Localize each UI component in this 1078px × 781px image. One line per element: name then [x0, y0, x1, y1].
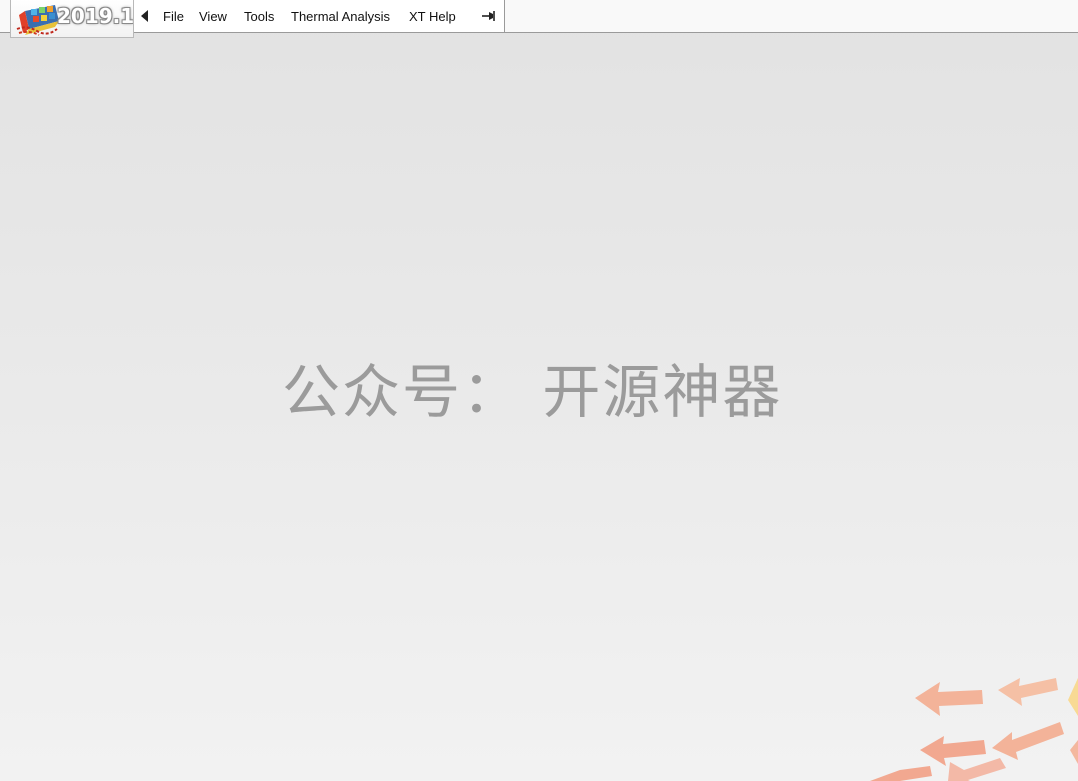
menu-bar: File View Tools Thermal Analysis XT Help: [134, 0, 505, 33]
menu-file[interactable]: File: [163, 9, 184, 24]
collapse-menu-arrow-icon[interactable]: [141, 10, 148, 22]
arrows-decoration-icon: [870, 678, 1078, 781]
menu-view[interactable]: View: [199, 9, 227, 24]
pin-icon[interactable]: [480, 8, 496, 24]
menu-xt-help[interactable]: XT Help: [409, 9, 456, 24]
menu-tools[interactable]: Tools: [244, 9, 274, 24]
app-logo[interactable]: 2019.1: [10, 0, 134, 38]
version-badge: 2019.1: [57, 4, 134, 28]
menu-thermal-analysis[interactable]: Thermal Analysis: [291, 9, 390, 24]
watermark-text: 公众号： 开源神器: [282, 358, 783, 426]
